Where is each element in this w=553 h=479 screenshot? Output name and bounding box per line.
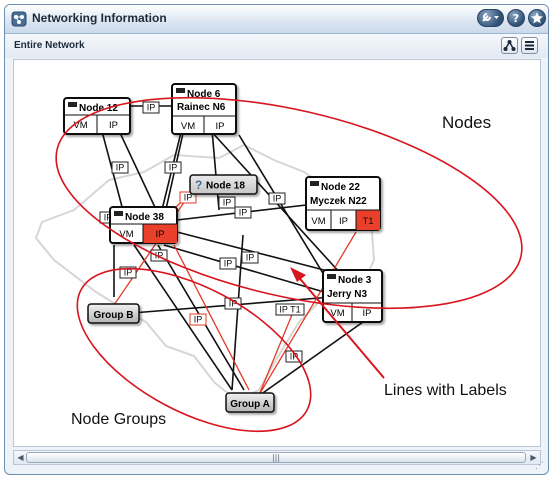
resize-grip-icon[interactable]: ⋰ [535,461,544,471]
node-22-vm[interactable]: VM [311,216,325,227]
wrench-icon [482,13,499,22]
server-icon [310,181,319,186]
list-view-button[interactable] [521,37,538,54]
favorite-button[interactable] [528,9,546,27]
group-a-label: Group A [230,399,270,410]
server-icon [68,102,77,107]
horizontal-scrollbar[interactable]: ◀ ||| ▶ [13,450,541,465]
network-canvas[interactable]: IP IP IP IP IP IP IP IP IP IP IP IP IP I… [13,59,541,447]
node-22-ip[interactable]: IP [339,216,348,227]
server-icon [114,211,123,216]
subheader: Entire Network [5,34,548,58]
node-3-label: Node 3 [338,275,372,286]
node-38-vm[interactable]: VM [119,229,133,240]
link-label-text: IP [224,259,233,269]
lines-annotation: Lines with Labels [384,382,507,399]
layout-button[interactable] [501,37,518,54]
window-title: Networking Information [32,11,167,25]
node-3-ip[interactable]: IP [363,308,372,319]
server-icon [327,274,336,279]
title-bar: Networking Information ? [5,5,548,34]
view-title: Entire Network [14,40,85,51]
link-label-text: IP [223,198,232,208]
network-app-icon [11,11,27,27]
links-black [98,105,364,396]
node-12-ip[interactable]: IP [109,120,118,131]
link-label-text: IP T1 [279,305,300,315]
node-38-label: Node 38 [125,212,164,223]
node-6-sublabel: Rainec N6 [177,102,226,113]
networking-window: Networking Information ? Entire Network [4,4,549,475]
network-diagram[interactable]: IP IP IP IP IP IP IP IP IP IP IP IP IP I… [14,60,540,446]
tree-layout-icon [503,40,516,51]
group-b-label: Group B [94,310,134,321]
help-icon: ? [512,12,520,25]
groups-annotation: Node Groups [71,411,166,428]
node-38-ip[interactable]: IP [156,229,165,240]
node-22-t1[interactable]: T1 [362,216,373,227]
node-12-vm[interactable]: VM [73,120,87,131]
list-icon [525,41,534,50]
unknown-status-icon: ? [195,178,202,192]
link-label-text: IP [169,163,178,173]
node-6-ip[interactable]: IP [216,121,225,132]
link-label-text: IP [273,194,282,204]
nodes-annotation: Nodes [442,113,491,132]
node-22-label: Node 22 [321,182,360,193]
node-3-sublabel: Jerry N3 [327,289,367,300]
link-label-text: IP [116,163,125,173]
node-12-label: Node 12 [79,103,118,114]
star-icon [531,12,543,24]
node-6-vm[interactable]: VM [181,121,195,132]
link-label-text: IP [239,208,248,218]
link-label-text: IP [147,103,156,113]
link-label-text: IP [194,315,203,325]
help-button[interactable]: ? [507,9,525,27]
scroll-thumb[interactable]: ||| [26,452,526,463]
node-18-label: Node 18 [206,181,245,192]
link-label-text: IP [246,253,255,263]
grip-icon: ||| [271,453,281,462]
node-22-sublabel: Myczek N22 [310,196,367,207]
tools-button[interactable] [477,9,504,27]
server-icon [176,88,185,93]
